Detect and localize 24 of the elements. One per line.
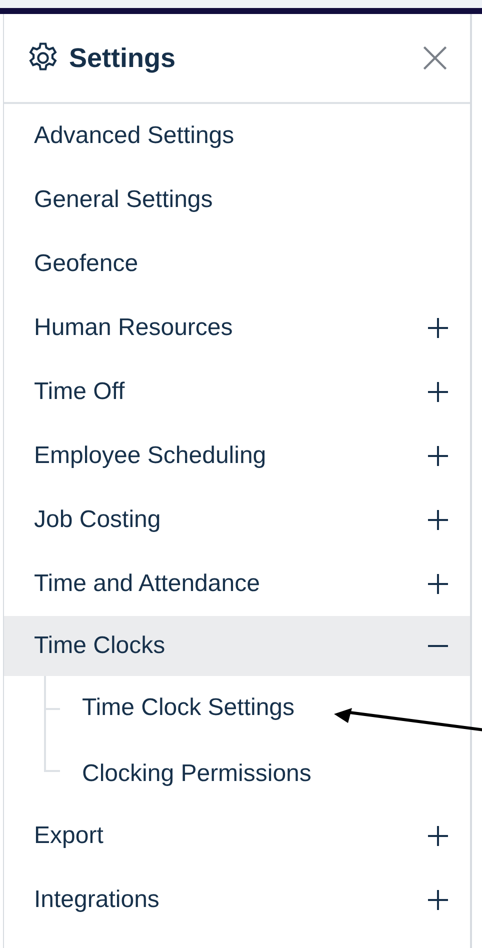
submenu-item[interactable]: Clocking Permissions: [82, 760, 312, 788]
panel-title: Settings: [69, 42, 177, 74]
menu-item[interactable]: Integrations: [4, 868, 470, 932]
menu-item[interactable]: Time Off: [4, 360, 470, 424]
close-icon: [422, 45, 448, 71]
plus-icon: [428, 318, 448, 338]
menu-item[interactable]: Human Resources: [4, 296, 470, 360]
menu-item[interactable]: Advanced Settings: [4, 104, 470, 168]
plus-icon: [428, 890, 448, 910]
plus-icon: [428, 446, 448, 466]
minus-icon: [428, 645, 448, 647]
menu-item[interactable]: Employee Scheduling: [4, 424, 470, 488]
submenu-item[interactable]: Time Clock Settings: [82, 694, 295, 722]
close-button[interactable]: [422, 45, 448, 71]
menu-item[interactable]: Time and Attendance: [4, 552, 470, 616]
menu-item[interactable]: Geofence: [4, 232, 470, 296]
menu-item[interactable]: General Settings: [4, 168, 470, 232]
plus-icon: [428, 826, 448, 846]
plus-icon: [428, 382, 448, 402]
menu-item[interactable]: Time Clocks: [4, 616, 470, 676]
plus-icon: [428, 574, 448, 594]
plus-icon: [428, 510, 448, 530]
menu-item[interactable]: Job Costing: [4, 488, 470, 552]
menu-item[interactable]: Export: [4, 804, 470, 868]
